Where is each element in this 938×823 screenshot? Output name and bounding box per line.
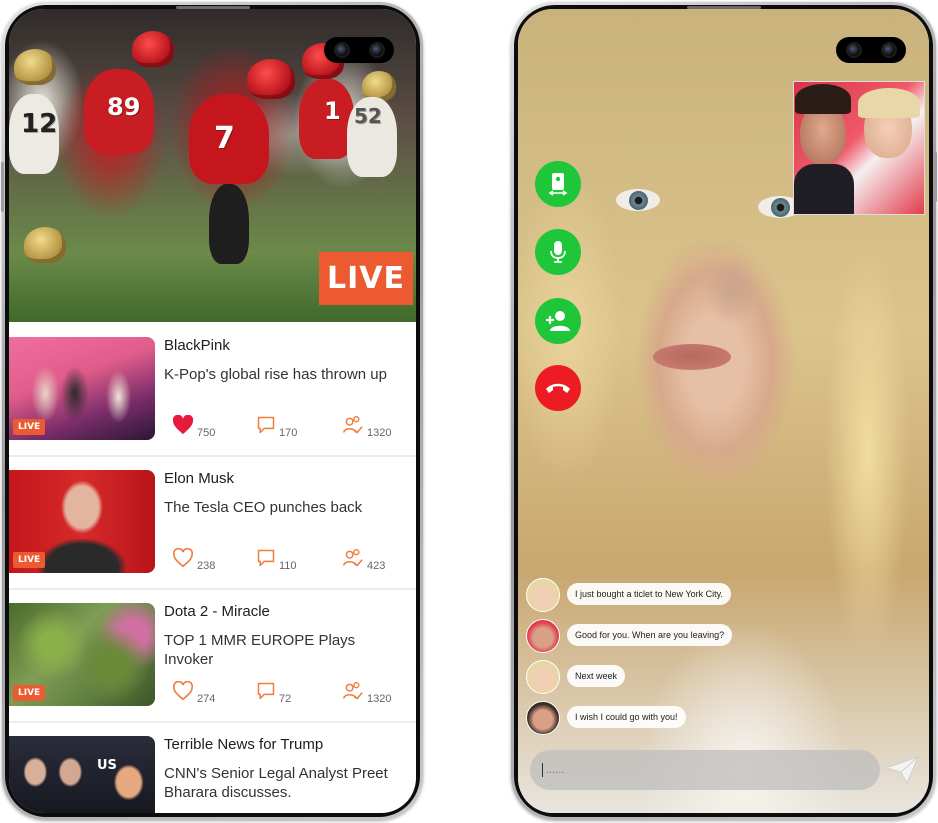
avatar — [526, 660, 560, 694]
chat-bubble: I wish I could go with you! — [567, 706, 686, 728]
comment-stat[interactable]: 170 — [256, 415, 297, 439]
like-count: 238 — [197, 560, 216, 572]
viewer-count: 1320 — [367, 693, 392, 705]
heart-filled-icon — [172, 415, 194, 435]
stream-card-trump[interactable]: US Terrible News for Trump CNN's Senior … — [9, 721, 416, 813]
video-subject-eye — [616, 189, 660, 211]
volume-button — [1, 162, 4, 212]
comment-icon — [257, 549, 275, 567]
stream-subtitle: TOP 1 MMR EUROPE Plays Invoker — [164, 632, 356, 668]
live-tag: LIVE — [13, 552, 46, 568]
pip-hair — [858, 88, 920, 118]
comment-stat[interactable]: 110 — [256, 548, 297, 572]
switch-camera-button[interactable] — [535, 161, 581, 207]
stream-subtitle: K-Pop's global rise has thrown up — [164, 366, 387, 383]
send-icon — [884, 756, 919, 785]
avatar — [526, 578, 560, 612]
like-stat[interactable]: 750 — [172, 415, 215, 439]
chat-bubble: I just bought a ticlet to New York City. — [567, 583, 731, 605]
stream-card-dota[interactable]: LIVE Dota 2 - Miracle TOP 1 MMR EUROPE P… — [9, 588, 416, 723]
add-participant-button[interactable] — [535, 298, 581, 344]
jersey-number: 12 — [21, 109, 58, 139]
stream-thumbnail[interactable]: US — [9, 736, 155, 813]
send-button[interactable] — [884, 756, 919, 789]
end-call-icon — [546, 383, 570, 393]
comment-count: 170 — [279, 427, 298, 439]
stream-card-elon-musk[interactable]: LIVE Elon Musk The Tesla CEO punches bac… — [9, 455, 416, 590]
viewer-count: 423 — [367, 560, 386, 572]
live-tag: LIVE — [13, 685, 46, 701]
earpiece-speaker — [175, 6, 250, 9]
stream-thumbnail[interactable]: LIVE — [9, 603, 155, 706]
viewer-stat[interactable]: 423 — [342, 548, 385, 572]
comment-count: 72 — [279, 693, 292, 705]
jersey-number: 7 — [214, 121, 235, 156]
left-phone-frame: 7 89 12 1 52 LIVE LIVE BlackPink K-Pop's… — [1, 2, 423, 820]
video-call-screen: I just bought a ticlet to New York City.… — [518, 9, 929, 813]
viewer-stat[interactable]: 1320 — [342, 681, 391, 705]
stream-subtitle: CNN's Senior Legal Analyst Preet Bharara… — [164, 765, 388, 801]
self-view-video[interactable] — [793, 81, 925, 215]
stream-subtitle: The Tesla CEO punches back — [164, 499, 363, 516]
jersey-number: 52 — [354, 104, 382, 128]
like-stat[interactable]: 274 — [172, 681, 215, 705]
player-helmet — [24, 227, 66, 263]
power-button — [934, 152, 937, 202]
right-phone-frame: I just bought a ticlet to New York City.… — [511, 2, 937, 820]
thumbnail-caption: US — [97, 758, 117, 773]
stream-title[interactable]: BlackPink — [164, 337, 230, 354]
viewer-count: 1320 — [367, 427, 392, 439]
pip-hair — [795, 84, 851, 114]
microphone-icon — [550, 241, 566, 263]
jersey-number: 1 — [324, 97, 341, 125]
comment-stat[interactable]: 72 — [256, 681, 291, 705]
stream-title[interactable]: Terrible News for Trump — [164, 736, 323, 753]
add-user-icon — [546, 311, 570, 331]
like-stat[interactable]: 238 — [172, 548, 215, 572]
player-helmet — [14, 49, 56, 85]
front-camera — [836, 37, 906, 63]
stream-thumbnail[interactable]: LIVE — [9, 470, 155, 573]
stream-title[interactable]: Dota 2 - Miracle — [164, 603, 270, 620]
like-count: 750 — [197, 427, 216, 439]
viewer-stat[interactable]: 1320 — [342, 415, 391, 439]
chat-input[interactable] — [542, 763, 848, 777]
like-count: 274 — [197, 693, 216, 705]
video-subject-lips — [653, 344, 731, 370]
chat-bubble: Good for you. When are you leaving? — [567, 624, 733, 646]
comment-count: 110 — [279, 560, 297, 572]
stream-thumbnail[interactable]: LIVE — [9, 337, 155, 440]
mute-button[interactable] — [535, 229, 581, 275]
end-call-button[interactable] — [535, 365, 581, 411]
live-feed-screen: 7 89 12 1 52 LIVE LIVE BlackPink K-Pop's… — [9, 9, 416, 813]
live-badge: LIVE — [319, 252, 413, 305]
heart-outline-icon — [172, 548, 194, 568]
stream-title[interactable]: Elon Musk — [164, 470, 234, 487]
heart-outline-icon — [172, 681, 194, 701]
front-camera — [324, 37, 394, 63]
player-helmet — [247, 59, 295, 99]
earpiece-speaker — [686, 6, 761, 9]
chat-input-bar[interactable] — [530, 750, 880, 790]
avatar — [526, 701, 560, 735]
viewers-icon — [343, 416, 363, 434]
viewers-icon — [343, 549, 363, 567]
comment-icon — [257, 682, 275, 700]
chat-bubble: Next week — [567, 665, 626, 687]
pip-shirt — [794, 164, 854, 214]
live-tag: LIVE — [13, 419, 46, 435]
viewers-icon — [343, 682, 363, 700]
player-helmet — [132, 31, 174, 67]
stream-card-blackpink[interactable]: LIVE BlackPink K-Pop's global rise has t… — [9, 322, 416, 457]
player-legs — [209, 184, 249, 264]
avatar — [526, 619, 560, 653]
switch-camera-icon — [548, 173, 568, 196]
comment-icon — [257, 416, 275, 434]
jersey-number: 89 — [107, 93, 141, 121]
